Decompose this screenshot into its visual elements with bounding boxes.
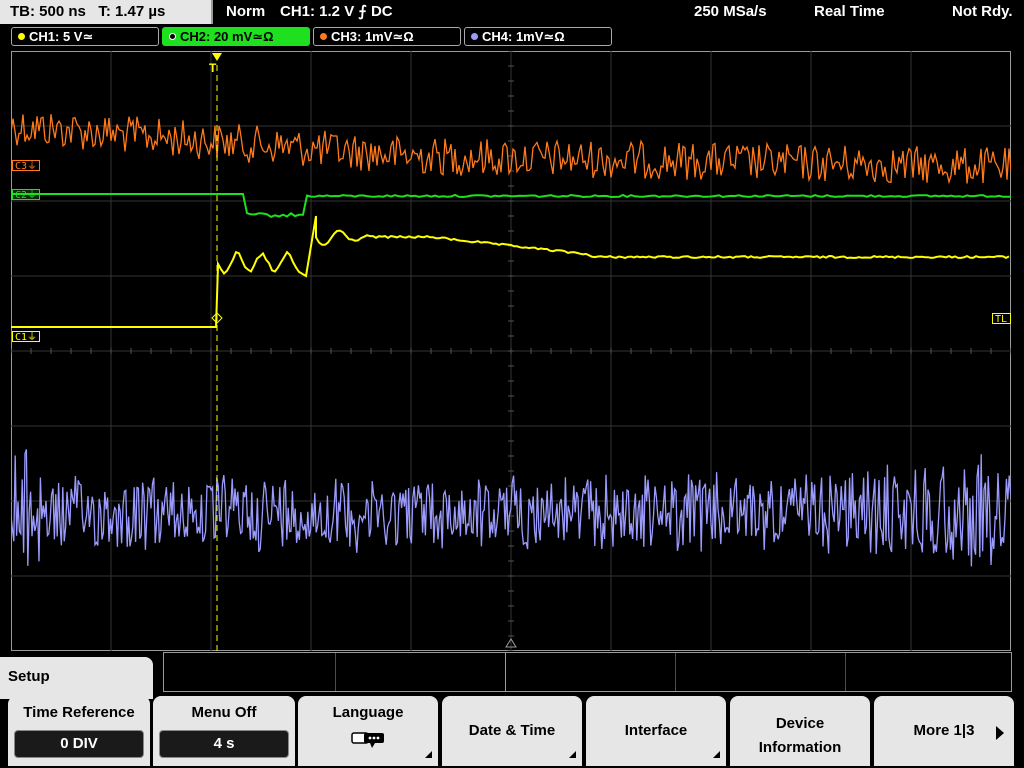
ch1-waveform: [11, 215, 1010, 328]
trigger-marker-label: T: [209, 61, 217, 75]
channel-tab-ch3[interactable]: CH3: 1mV≃Ω: [313, 27, 461, 46]
softkey-label: Language: [332, 704, 404, 721]
menu-title: Setup: [0, 657, 153, 699]
ch3-ground-marker[interactable]: C3⏚: [12, 160, 41, 172]
language-softkey[interactable]: Language: [298, 696, 438, 766]
softkey-label: More 1|3: [913, 722, 975, 739]
overview-divider: [675, 653, 676, 691]
ch1-color-dot: [18, 33, 25, 40]
ch2-ground-marker[interactable]: C2⏚: [12, 189, 41, 201]
submenu-indicator-icon: [425, 751, 432, 758]
trigger-time-value: T: 1.47 µs: [98, 3, 166, 20]
channel-tab-ch1[interactable]: CH1: 5 V≃: [11, 27, 159, 46]
next-page-icon: [996, 726, 1004, 740]
overview-center: [505, 653, 506, 691]
softkey-label: Interface: [624, 722, 688, 739]
graticule: [11, 51, 1011, 651]
ch4-color-dot: [471, 33, 478, 40]
menu-off-softkey[interactable]: Menu Off 4 s: [153, 696, 295, 766]
time-reference-softkey[interactable]: Time Reference 0 DIV: [8, 696, 150, 766]
time-reference-value: 0 DIV: [14, 730, 144, 758]
submenu-indicator-icon: [713, 751, 720, 758]
trigger-position-marker[interactable]: [212, 53, 222, 61]
ch3-color-dot: [320, 33, 327, 40]
channel-tab-ch4[interactable]: CH4: 1mV≃Ω: [464, 27, 612, 46]
trigger-level-marker[interactable]: TL: [992, 313, 1011, 325]
channel-tab-label: CH4: 1mV≃Ω: [482, 29, 565, 44]
horizontal-overview[interactable]: [163, 652, 1012, 692]
channel-tab-label: CH1: 5 V≃: [29, 29, 94, 44]
channel-tab-label: CH3: 1mV≃Ω: [331, 29, 414, 44]
speech-bubble-icon: [351, 732, 384, 748]
channel-tabs: CH1: 5 V≃ CH2: 20 mV≃Ω CH3: 1mV≃Ω CH4: 1…: [0, 26, 1024, 48]
softkey-label: Device Information: [730, 712, 870, 760]
channel-tab-label: CH2: 20 mV≃Ω: [180, 29, 274, 44]
acquisition-type: Real Time: [814, 3, 885, 20]
channel-tab-ch2[interactable]: CH2: 20 mV≃Ω: [162, 27, 310, 46]
menu-off-value: 4 s: [159, 730, 289, 758]
trigger-setting[interactable]: CH1: 1.2 V ⨍ DC: [280, 0, 393, 24]
softkey-label: Time Reference: [23, 704, 135, 721]
ch2-color-dot: [169, 33, 176, 40]
device-information-softkey[interactable]: Device Information: [730, 696, 870, 766]
timebase-box[interactable]: TB: 500 ns T: 1.47 µs: [0, 0, 213, 24]
softkey-label-line1: Device: [775, 715, 825, 732]
softkey-label: Date & Time: [468, 722, 556, 739]
waveform-canvas[interactable]: [11, 51, 1011, 651]
softkey-label: Menu Off: [191, 704, 257, 721]
acquisition-mode[interactable]: Norm: [226, 0, 265, 24]
submenu-indicator-icon: [569, 751, 576, 758]
trigger-state: Not Rdy.: [952, 3, 1013, 20]
sample-rate: 250 MSa/s: [694, 3, 767, 20]
softkey-label-line2: Information: [758, 739, 842, 756]
overview-divider: [845, 653, 846, 691]
overview-divider: [335, 653, 336, 691]
interface-softkey[interactable]: Interface: [586, 696, 726, 766]
timebase-value: TB: 500 ns: [10, 3, 86, 20]
date-time-softkey[interactable]: Date & Time: [442, 696, 582, 766]
ch1-ground-marker[interactable]: C1⏚: [12, 331, 41, 343]
status-bar: TB: 500 ns T: 1.47 µs Norm CH1: 1.2 V ⨍ …: [0, 0, 1024, 25]
more-softkey[interactable]: More 1|3: [874, 696, 1014, 766]
